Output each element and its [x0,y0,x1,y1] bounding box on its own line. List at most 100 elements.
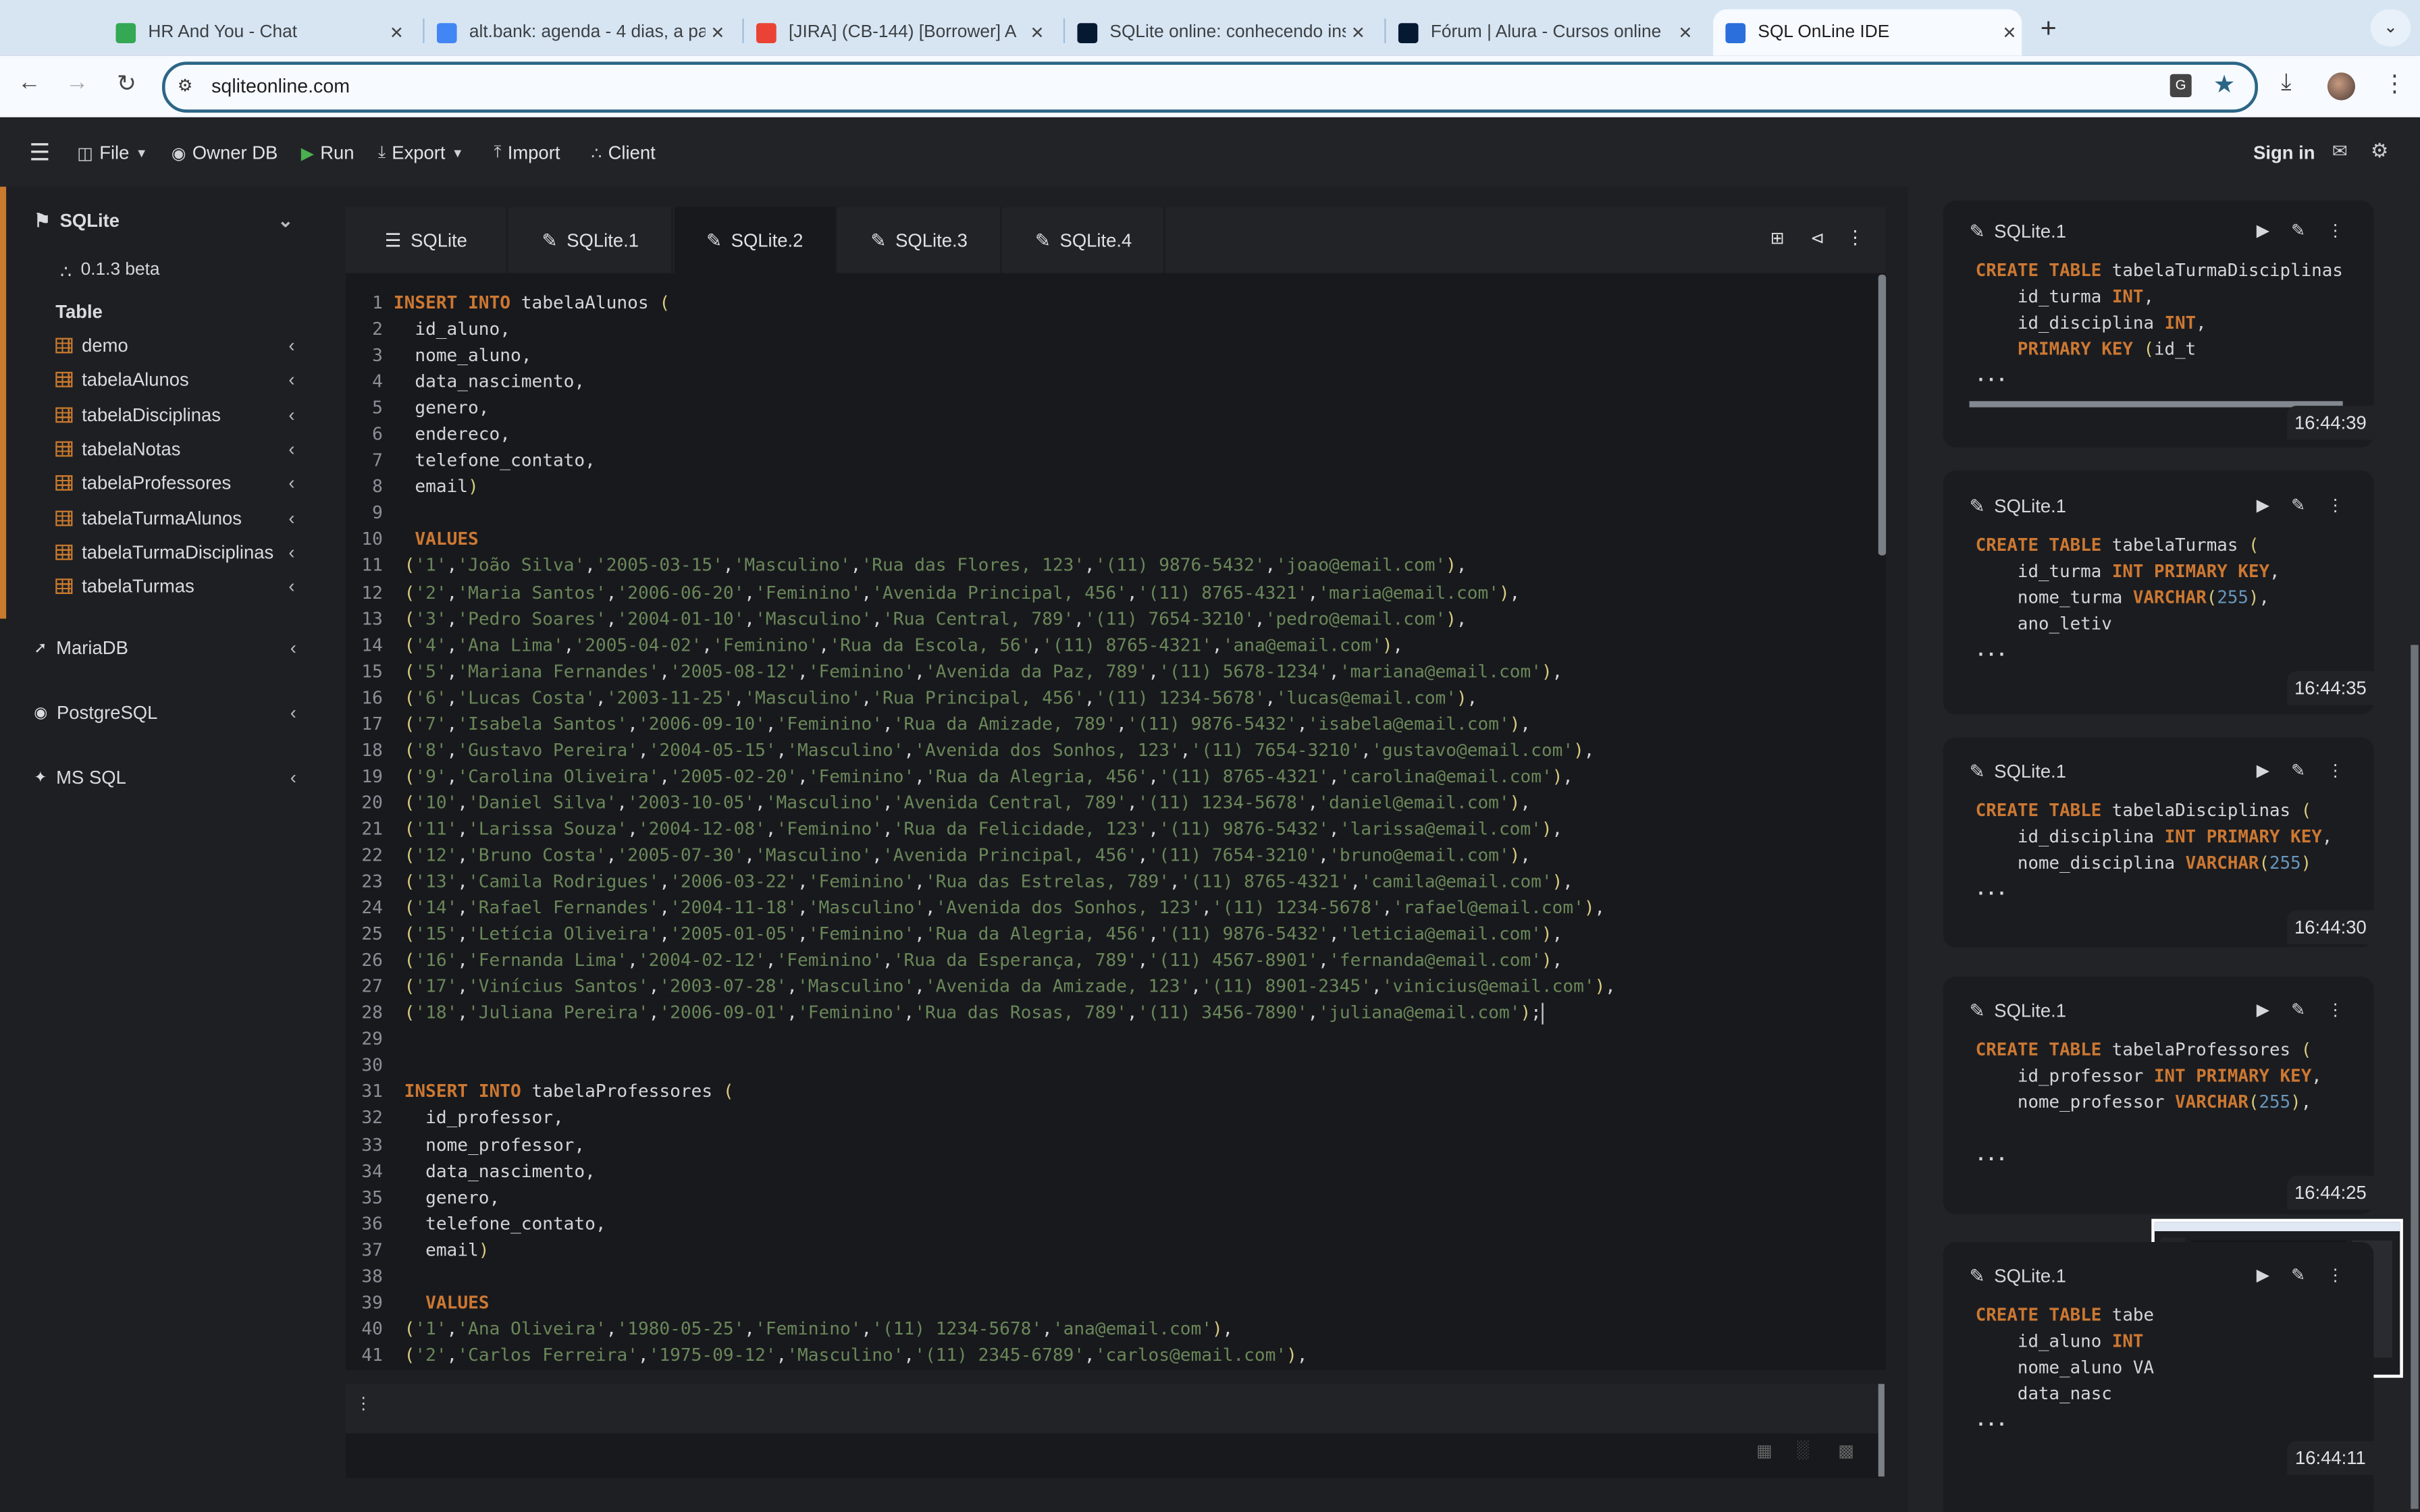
code-line: 10 VALUES VALUES [352,526,1872,553]
edit-query-icon[interactable]: ✎ [2291,761,2305,780]
edit-query-icon[interactable]: ✎ [2291,495,2305,515]
chevron-left-icon[interactable]: ‹ [290,637,296,659]
code-area[interactable]: 1INSERT INTO tabelaAlunos (INSERT INTO t… [352,290,1872,1370]
chevron-left-icon[interactable]: ‹ [290,767,296,788]
sidebar-table-item[interactable]: tabelaTurmaAlunos ‹ [55,502,310,533]
card-more-icon[interactable]: ⋮ [2327,1265,2344,1285]
table-name: demo [82,334,128,356]
sidebar-table-item[interactable]: tabelaProfessores ‹ [55,468,310,499]
chevron-left-icon[interactable]: ‹ [288,369,294,391]
run-query-icon[interactable]: ▶ [2257,1000,2269,1019]
client-button[interactable]: ∴ Client [591,142,655,163]
bookmark-star-icon[interactable]: ★ [2213,70,2236,101]
close-tab-icon[interactable]: ✕ [706,22,731,42]
editor-scrollbar[interactable] [1878,274,1887,556]
sidebar-table-item[interactable]: tabelaDisciplinas ‹ [55,399,310,430]
browser-tab[interactable]: HR And You - Chat ✕ [115,9,409,56]
chevron-left-icon[interactable]: ‹ [288,473,294,494]
chevron-left-icon[interactable]: ‹ [288,576,294,597]
editor-tab[interactable]: ✎ SQLite.2 [674,207,837,273]
card-more-icon[interactable]: ⋮ [2327,221,2344,240]
editor-more-icon[interactable]: ⋮ [1846,227,1864,248]
sidebar-db-mssql[interactable]: ✦ MS SQL ‹ [34,767,311,788]
history-scrollbar[interactable] [2411,645,2419,1509]
hamburger-menu-icon[interactable]: ☰ [29,139,50,167]
settings-gear-icon[interactable]: ⚙ [2371,139,2389,164]
owner-db-menu[interactable]: ◉ Owner DB [172,142,278,163]
editor-tab[interactable]: ✎ SQLite.4 [1003,207,1165,273]
edit-query-icon[interactable]: ✎ [2291,1000,2305,1019]
file-menu[interactable]: ◫ File ▼ [77,142,147,163]
sidebar-db-sqlite[interactable]: ⚑ SQLite ⌄ [34,210,311,232]
line-number: 2 [372,317,383,340]
card-horizontal-scrollbar[interactable] [1969,401,2343,408]
sign-in-button[interactable]: Sign in [2253,142,2315,163]
new-tab-button[interactable]: + [2041,12,2057,45]
export-result-icon[interactable]: ▩ [1838,1441,1854,1461]
close-tab-icon[interactable]: ✕ [384,22,409,42]
sidebar-table-item[interactable]: tabelaNotas ‹ [55,433,310,464]
chevron-down-icon[interactable]: ⌄ [278,210,293,232]
browser-tab[interactable]: SQL OnLine IDE ✕ [1713,9,2022,56]
tab-search-chevron-icon[interactable]: ⌄ [2370,9,2411,47]
edit-query-icon[interactable]: ✎ [2291,1265,2305,1285]
browser-menu-icon[interactable]: ⋮ [2383,70,2406,97]
browser-tab-title: SQLite online: conhecendo ins [1109,23,1346,42]
table-view-icon[interactable]: ▦ [1756,1441,1772,1461]
card-more-icon[interactable]: ⋮ [2327,761,2344,780]
chevron-left-icon[interactable]: ‹ [288,335,294,356]
run-query-icon[interactable]: ▶ [2257,495,2269,515]
browser-tab[interactable]: SQLite online: conhecendo ins ✕ [1077,9,1370,56]
sidebar-table-item[interactable]: tabelaTurmas ‹ [55,571,310,602]
chevron-left-icon[interactable]: ‹ [288,507,294,529]
chart-view-icon[interactable]: ░ [1797,1441,1809,1459]
translate-icon[interactable]: G [2169,74,2192,97]
address-bar[interactable] [161,61,2258,113]
sidebar-db-postgresql[interactable]: ◉ PostgreSQL ‹ [34,702,311,724]
browser-tab[interactable]: [JIRA] (CB-144) [Borrower] A ✕ [756,9,1049,56]
reload-icon[interactable]: ↻ [111,70,142,97]
card-more-icon[interactable]: ⋮ [2327,1000,2344,1019]
chevron-left-icon[interactable]: ‹ [288,541,294,563]
profile-avatar[interactable] [2327,72,2355,101]
code-line-content: id_disciplina INT, id_disciplina INT, [1976,310,2207,336]
chevron-left-icon[interactable]: ‹ [290,702,296,724]
editor-tab[interactable]: ✎ SQLite.1 [510,207,673,273]
sidebar-table-item[interactable]: tabelaAlunos ‹ [55,364,310,396]
download-icon[interactable]: ⤓ [2281,70,2291,96]
back-icon[interactable]: ← [14,70,45,96]
sidebar-db-mariadb[interactable]: ➚ MariaDB ‹ [34,637,311,659]
share-icon[interactable]: ⊲ [1810,228,1824,248]
mail-icon[interactable]: ✉ [2332,140,2348,162]
forward-icon[interactable]: → [61,70,93,96]
run-query-icon[interactable]: ▶ [2257,761,2269,780]
code-line: id_disciplina INT, id_disciplina INT, [1976,310,2343,336]
code-line-content: id_professor, id_professor, [394,1106,564,1132]
editor-tab[interactable]: ✎ SQLite.3 [839,207,1001,273]
export-menu[interactable]: ⤓ Export ▼ [378,142,464,163]
close-tab-icon[interactable]: ✕ [1673,22,1698,42]
sidebar-table-item[interactable]: tabelaTurmaDisciplinas ‹ [55,537,310,568]
url-text[interactable]: sqliteonline.com [211,76,350,97]
add-tab-icon[interactable]: ⊞ [1770,228,1785,248]
code-line: 32 id_professor, id_professor, [352,1106,1872,1132]
browser-tab[interactable]: alt.bank: agenda - 4 dias, a pa ✕ [436,9,731,56]
run-button[interactable]: ▶ Run [301,142,354,163]
browser-tab[interactable]: Fórum | Alura - Cursos online ✕ [1398,9,1698,56]
chevron-left-icon[interactable]: ‹ [288,438,294,460]
edit-query-icon[interactable]: ✎ [2291,221,2305,240]
site-info-icon[interactable]: ⚙ [178,76,193,95]
close-tab-icon[interactable]: ✕ [1346,22,1371,42]
sidebar-table-item[interactable]: demo ‹ [55,330,310,361]
editor-tab[interactable]: ☰ SQLite [346,207,508,273]
close-tab-icon[interactable]: ✕ [1025,22,1050,42]
import-button[interactable]: ⤒ Import [494,142,560,163]
run-query-icon[interactable]: ▶ [2257,221,2269,240]
line-number: 14 [361,633,383,655]
close-tab-icon[interactable]: ✕ [1997,22,2022,42]
result-more-icon[interactable]: ⋮ [355,1393,372,1413]
chevron-left-icon[interactable]: ‹ [288,404,294,425]
run-query-icon[interactable]: ▶ [2257,1265,2269,1285]
card-more-icon[interactable]: ⋮ [2327,495,2344,515]
result-scrollbar[interactable] [1878,1384,1885,1477]
